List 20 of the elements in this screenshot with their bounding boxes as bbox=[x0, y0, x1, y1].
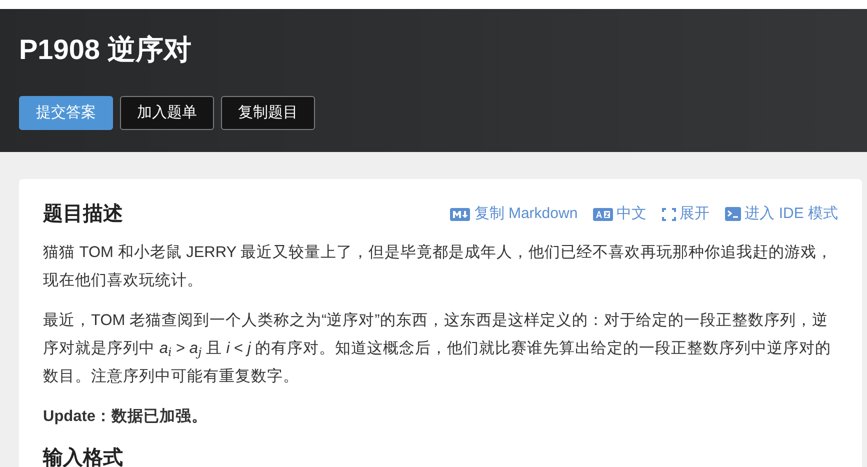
action-button[interactable]: 复制题目 bbox=[221, 96, 315, 130]
link-label[interactable]: 中文 bbox=[616, 202, 647, 226]
paragraph: 最近，TOM 老猫查阅到一个人类称之为“逆序对”的东西，这东西是这样定义的：对于给定的一段正整数序列，逆序对就是序列中 a$_{i}$ > a$_{j}$ 且 i < j 的有序对。知道这概念后，他们就比赛谁先算出给定的一段正整数序列中逆序对的数目。注意序列中可能有重复数字。 bbox=[43, 311, 832, 387]
link-label[interactable]: 复制 Markdown bbox=[474, 202, 578, 226]
link-label[interactable]: 进入 IDE 模式 bbox=[744, 202, 838, 226]
expand-icon bbox=[662, 208, 676, 220]
toolbar-link[interactable]: 复制 Markdown bbox=[450, 202, 578, 226]
action-button[interactable]: 加入题单 bbox=[120, 96, 214, 130]
toolbar-link[interactable]: 中文 bbox=[592, 202, 647, 226]
link-label[interactable]: 展开 bbox=[680, 202, 710, 226]
translate-icon bbox=[592, 208, 613, 220]
section-heading: 题目描述 bbox=[43, 202, 123, 227]
problem-title: P1908 逆序对 bbox=[19, 33, 192, 67]
markdown-icon bbox=[450, 208, 470, 220]
submit-button[interactable]: 提交答案 bbox=[19, 96, 113, 130]
toolbar-link[interactable]: 进入 IDE 模式 bbox=[724, 202, 838, 226]
paragraph: Update：数据已加强。 bbox=[43, 407, 209, 427]
terminal-icon bbox=[724, 207, 741, 221]
paragraph: 猫猫 TOM 和小老鼠 JERRY 最近又较量上了，但是毕竟都是成年人，他们已经不喜欢再玩那种你追我赶的游戏，现在他们喜欢玩统计。 bbox=[43, 243, 834, 291]
toolbar-link[interactable]: 展开 bbox=[662, 202, 710, 226]
